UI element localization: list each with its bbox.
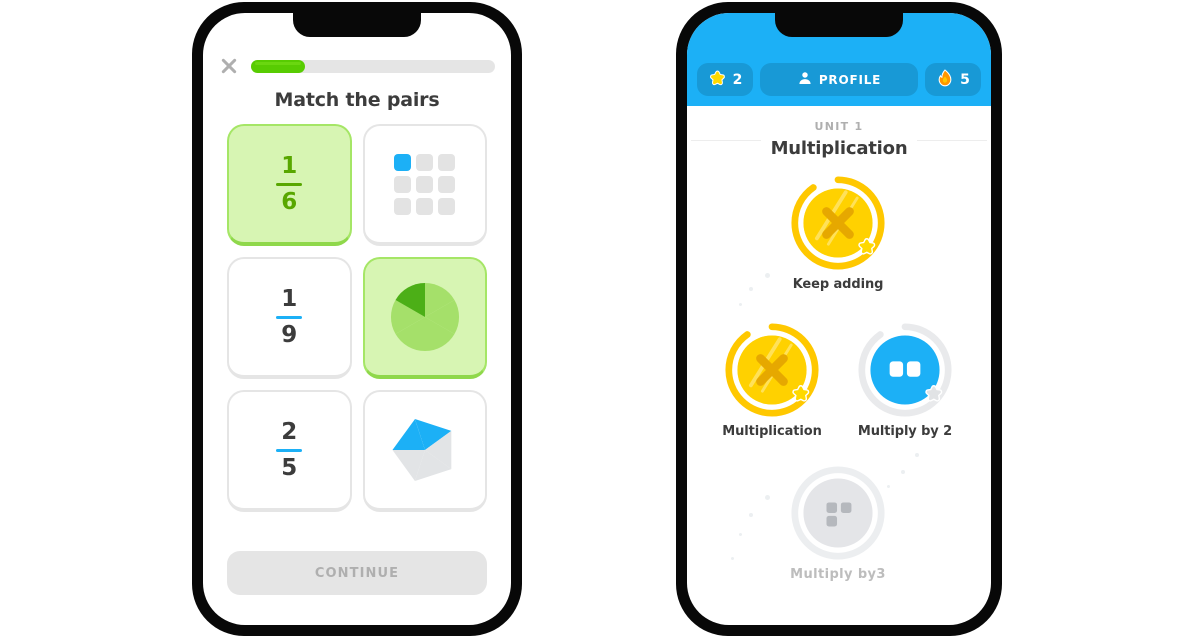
gems-count: 2 [732, 71, 743, 88]
fraction-denominator: 9 [281, 321, 298, 348]
unit-kicker: UNIT 1 [814, 120, 864, 133]
continue-button[interactable]: CONTINUE [227, 551, 487, 595]
lesson-node-disc [857, 322, 953, 418]
flame-icon [936, 68, 954, 91]
phone-left-screen: Match the pairs 1 6 1 9 2 5 CONTINUE [203, 13, 511, 625]
phone-left-frame: Match the pairs 1 6 1 9 2 5 CONTINUE [192, 2, 522, 636]
fraction-numerator: 1 [281, 153, 298, 180]
lesson-node-keep-adding[interactable]: Keep adding [772, 175, 904, 292]
pill-profile-label: PROFILE [818, 72, 882, 87]
pill-profile[interactable]: PROFILE [760, 63, 918, 96]
fraction-denominator: 5 [281, 454, 298, 481]
fraction-numerator: 1 [281, 286, 298, 313]
close-icon[interactable] [219, 56, 239, 76]
path-dot [765, 495, 770, 500]
lesson-node-multiply-by-3[interactable]: Multiply by3 [772, 465, 904, 582]
phone-right-screen: 2 PROFILE 5 UNIT 1 Multiplication Keep a… [687, 13, 991, 625]
star-icon [708, 69, 727, 91]
pair-card-fraction-1-9[interactable]: 1 9 [227, 257, 352, 379]
grid-3x3-icon [394, 153, 456, 215]
lesson-path: Keep adding Multiplication Multiply by 2… [687, 165, 991, 625]
fraction-value: 1 9 [276, 286, 303, 348]
pair-card-fraction-2-5[interactable]: 2 5 [227, 390, 352, 512]
path-dot [749, 287, 753, 291]
lesson-node-label: Multiply by 2 [857, 424, 953, 439]
path-dot [915, 453, 919, 457]
streak-count: 5 [960, 71, 970, 88]
fraction-bar [276, 315, 303, 319]
unit-title-row: Multiplication [687, 138, 991, 164]
path-dot [749, 513, 753, 517]
pill-gems[interactable]: 2 [697, 63, 753, 96]
screenshot-canvas: Match the pairs 1 6 1 9 2 5 CONTINUE 2 P… [0, 0, 1200, 638]
lesson-node-multiplication[interactable]: Multiplication [706, 322, 838, 439]
lesson-node-label: Keep adding [792, 277, 884, 292]
path-dot [731, 557, 734, 560]
lesson-node-disc [790, 175, 886, 271]
path-dot [765, 273, 770, 278]
pair-card-fraction-1-6[interactable]: 1 6 [227, 124, 352, 246]
fraction-bar [276, 448, 303, 452]
header-pills: 2 PROFILE 5 [697, 63, 981, 96]
pie-6-slice-icon [388, 280, 462, 354]
lesson-node-disc [790, 465, 886, 561]
unit-title: Multiplication [770, 138, 908, 159]
fraction-denominator: 6 [281, 188, 298, 215]
pentagon-5-slice-icon [388, 413, 462, 487]
lesson-node-disc [724, 322, 820, 418]
fraction-value: 2 5 [276, 419, 303, 481]
progress-bar-fill [251, 59, 305, 73]
pair-card-pie-1-6[interactable] [362, 257, 487, 379]
page-title: Match the pairs [274, 89, 440, 111]
phone-notch [775, 13, 903, 37]
pair-card-grid-1-9[interactable] [362, 124, 487, 246]
pill-streak[interactable]: 5 [925, 63, 981, 96]
fraction-numerator: 2 [281, 419, 298, 446]
phone-notch [293, 13, 421, 37]
fraction-value: 1 6 [276, 153, 303, 215]
fraction-bar [276, 182, 303, 186]
phone-right-frame: 2 PROFILE 5 UNIT 1 Multiplication Keep a… [676, 2, 1002, 636]
lesson-node-multiply-by-2[interactable]: Multiply by 2 [839, 322, 971, 439]
progress-bar [251, 59, 495, 73]
path-dot [739, 533, 742, 536]
lesson-node-label: Multiplication [722, 424, 822, 439]
pair-card-pentagon-2-5[interactable] [362, 390, 487, 512]
person-icon [797, 70, 813, 89]
exercise-topbar [203, 53, 511, 79]
lesson-node-label: Multiply by3 [790, 567, 886, 582]
path-dot [739, 303, 742, 306]
unit-header: UNIT 1 Multiplication [687, 106, 991, 164]
pairs-grid: 1 6 1 9 2 5 [227, 124, 487, 512]
